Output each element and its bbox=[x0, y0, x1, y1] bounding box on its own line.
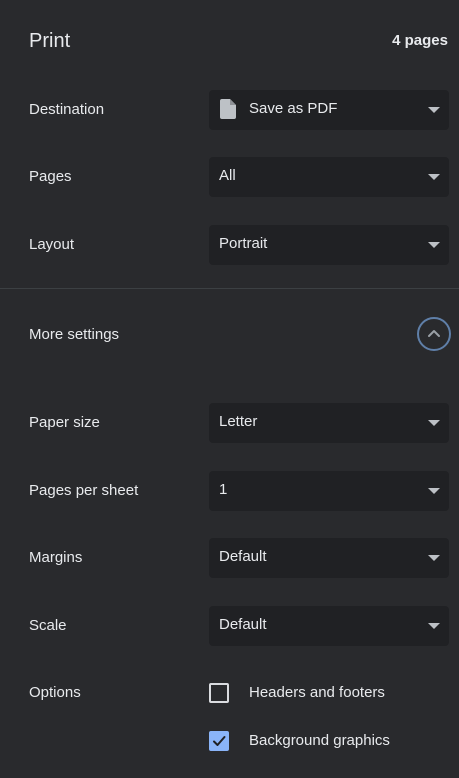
pages-per-sheet-value: 1 bbox=[219, 481, 228, 498]
paper-size-value: Letter bbox=[219, 413, 258, 430]
pages-per-sheet-select[interactable]: 1 bbox=[209, 471, 449, 511]
print-settings-panel: Print 4 pages Destination Save as PDF Pa… bbox=[0, 0, 459, 778]
destination-select[interactable]: Save as PDF bbox=[209, 90, 449, 130]
paper-size-select[interactable]: Letter bbox=[209, 403, 449, 443]
page-count: 4 pages bbox=[392, 32, 448, 49]
destination-label: Destination bbox=[29, 101, 105, 118]
destination-row: Destination Save as PDF bbox=[0, 90, 459, 130]
pages-select[interactable]: All bbox=[209, 157, 449, 197]
more-settings-toggle[interactable]: More settings bbox=[0, 310, 459, 360]
chevron-down-icon bbox=[428, 107, 440, 113]
more-settings-label: More settings bbox=[29, 326, 120, 343]
margins-label: Margins bbox=[29, 549, 83, 566]
chevron-down-icon bbox=[428, 242, 440, 248]
chevron-down-icon bbox=[428, 174, 440, 180]
layout-value: Portrait bbox=[219, 235, 268, 252]
background-graphics-row: Background graphics bbox=[0, 729, 459, 753]
chevron-down-icon bbox=[428, 555, 440, 561]
check-icon bbox=[213, 736, 226, 746]
background-graphics-label: Background graphics bbox=[249, 732, 390, 749]
pages-per-sheet-row: Pages per sheet 1 bbox=[0, 471, 459, 511]
pages-per-sheet-label: Pages per sheet bbox=[29, 482, 139, 499]
options-label: Options bbox=[29, 684, 81, 701]
chevron-down-icon bbox=[428, 488, 440, 494]
destination-value: Save as PDF bbox=[249, 100, 338, 117]
layout-label: Layout bbox=[29, 236, 75, 253]
chevron-down-icon bbox=[428, 623, 440, 629]
paper-size-label: Paper size bbox=[29, 414, 100, 431]
pages-label: Pages bbox=[29, 168, 72, 185]
scale-label: Scale bbox=[29, 617, 67, 634]
margins-select[interactable]: Default bbox=[209, 538, 449, 578]
headers-footers-option[interactable]: Headers and footers bbox=[209, 681, 449, 705]
scale-value: Default bbox=[219, 616, 267, 633]
background-graphics-checkbox[interactable] bbox=[209, 731, 229, 751]
paper-size-row: Paper size Letter bbox=[0, 403, 459, 443]
options-row: Options Headers and footers bbox=[0, 681, 459, 705]
dialog-title: Print bbox=[29, 30, 71, 52]
section-divider bbox=[0, 288, 459, 289]
headers-footers-checkbox[interactable] bbox=[209, 683, 229, 703]
headers-footers-label: Headers and footers bbox=[249, 684, 385, 701]
pages-value: All bbox=[219, 167, 236, 184]
scale-row: Scale Default bbox=[0, 606, 459, 646]
margins-row: Margins Default bbox=[0, 538, 459, 578]
chevron-down-icon bbox=[428, 420, 440, 426]
collapse-button[interactable] bbox=[417, 317, 451, 351]
layout-select[interactable]: Portrait bbox=[209, 225, 449, 265]
chevron-up-icon bbox=[428, 330, 440, 337]
margins-value: Default bbox=[219, 548, 267, 565]
print-header: Print 4 pages bbox=[0, 0, 459, 82]
layout-row: Layout Portrait bbox=[0, 225, 459, 265]
background-graphics-option[interactable]: Background graphics bbox=[209, 729, 449, 753]
file-icon bbox=[220, 99, 236, 119]
pages-row: Pages All bbox=[0, 157, 459, 197]
scale-select[interactable]: Default bbox=[209, 606, 449, 646]
